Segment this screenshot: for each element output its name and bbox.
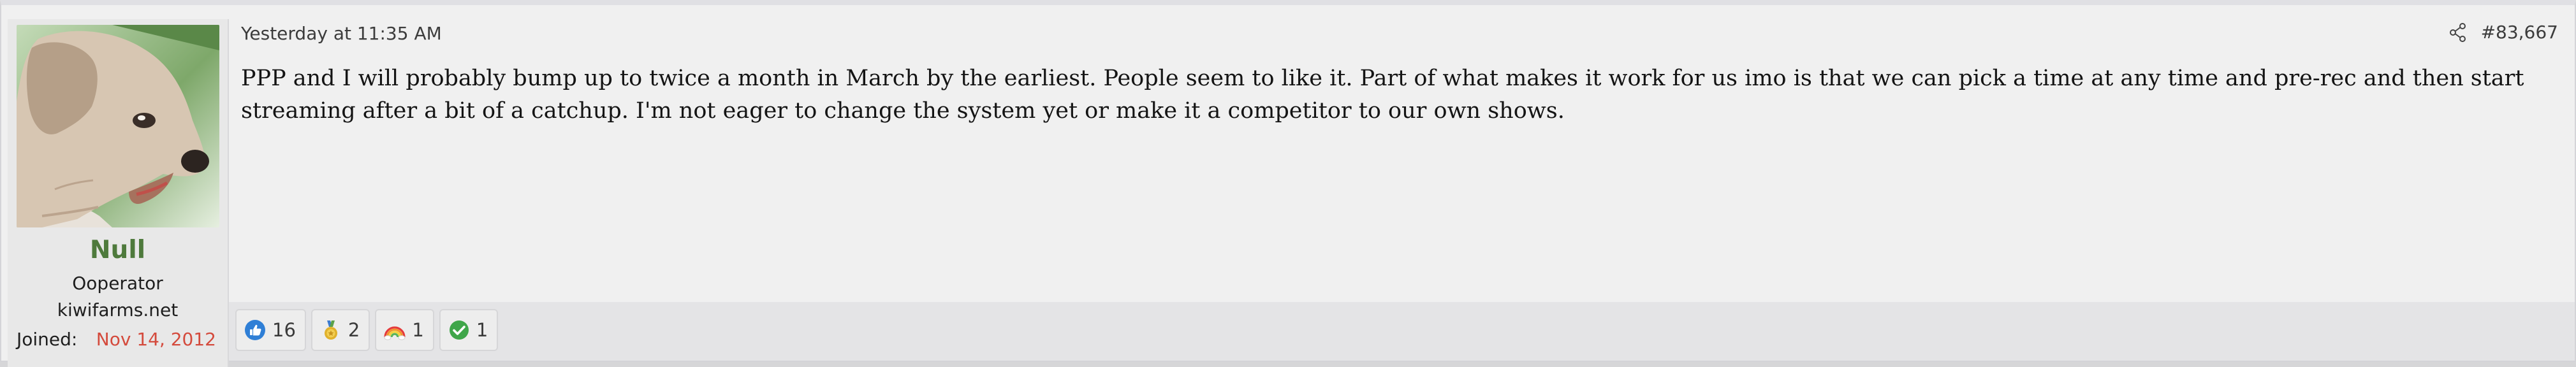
reaction-count: 1 <box>476 319 488 341</box>
reaction-thumbs-up[interactable]: 16 <box>235 309 306 351</box>
post-main: Yesterday at 11:35 AM #83,667 PPP and I … <box>229 10 2575 361</box>
reaction-count: 16 <box>272 319 296 341</box>
reaction-medal[interactable]: 2 <box>311 309 370 351</box>
user-avatar[interactable] <box>17 25 219 227</box>
forum-post: Null Ooperator kiwifarms.net Joined: Nov… <box>0 0 2576 367</box>
medal-icon <box>324 320 337 340</box>
post-number-link[interactable]: #83,667 <box>2481 22 2558 43</box>
user-info-panel: Null Ooperator kiwifarms.net Joined: Nov… <box>8 19 229 367</box>
reaction-count: 1 <box>412 319 424 341</box>
share-icon[interactable] <box>2449 22 2467 42</box>
joined-date: Nov 14, 2012 <box>96 329 216 350</box>
reaction-checkmark[interactable]: 1 <box>439 309 499 351</box>
checkmark-icon <box>449 320 469 340</box>
username-link[interactable]: Null <box>8 236 228 264</box>
rainbow-icon <box>384 326 406 340</box>
thumbs-up-icon <box>245 320 265 340</box>
reaction-rainbow[interactable]: 1 <box>375 309 434 351</box>
user-site: kiwifarms.net <box>57 299 179 320</box>
reaction-count: 2 <box>348 319 360 341</box>
post-actions: #83,667 <box>2449 22 2558 43</box>
reactions-bar: 16 2 1 1 <box>229 302 2575 361</box>
post-body-text: PPP and I will probably bump up to twice… <box>241 66 2524 124</box>
dog-avatar-icon <box>17 25 219 227</box>
user-title: Ooperator <box>72 273 163 294</box>
post-timestamp-link[interactable]: Yesterday at 11:35 AM <box>241 23 442 44</box>
reactions-list: 16 2 1 1 <box>235 309 499 351</box>
joined-label: Joined: <box>17 329 78 350</box>
